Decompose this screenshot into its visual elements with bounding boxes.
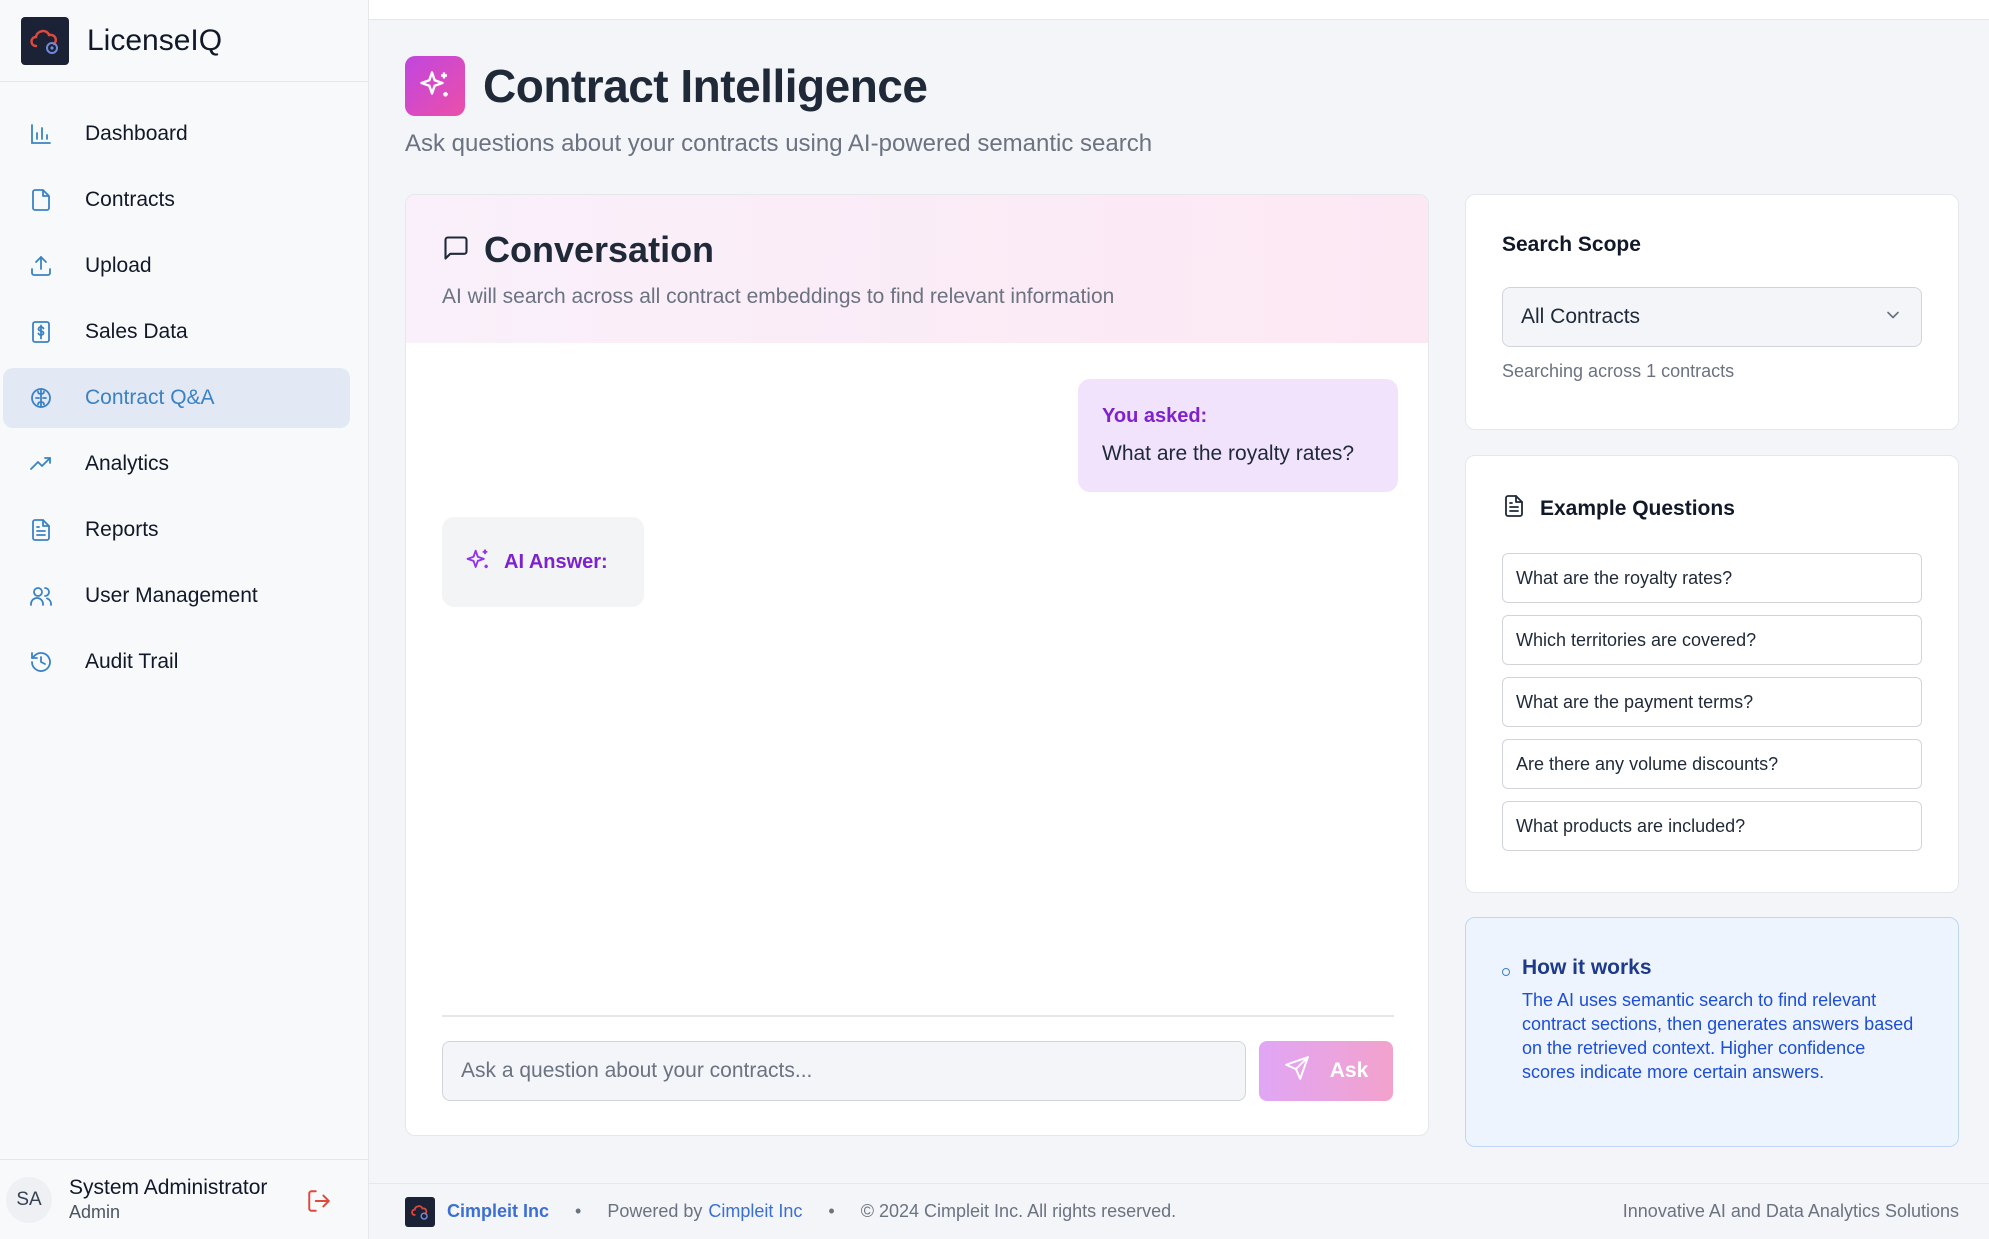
user-message-label: You asked: — [1102, 405, 1208, 427]
example-question-button[interactable]: Are there any volume discounts? — [1502, 739, 1922, 789]
footer-powered-link[interactable]: Cimpleit Inc — [708, 1201, 802, 1222]
trending-up-icon — [27, 450, 55, 478]
scope-hint: Searching across 1 contracts — [1502, 361, 1735, 381]
sparkles-icon — [405, 56, 465, 116]
user-message-bubble: You asked: What are the royalty rates? — [1078, 379, 1398, 492]
question-input[interactable] — [442, 1041, 1246, 1101]
conversation-card: Conversation AI will search across all c… — [405, 194, 1429, 1136]
sidebar-item-contract-qa[interactable]: Contract Q&A — [3, 368, 350, 428]
sidebar-item-label: Upload — [85, 254, 152, 277]
sidebar-item-label: Analytics — [85, 452, 170, 475]
avatar: SA — [6, 1176, 52, 1223]
example-question-button[interactable]: What are the royalty rates? — [1502, 553, 1922, 603]
sidebar-item-contracts[interactable]: Contracts — [3, 170, 350, 230]
sidebar-item-label: User Management — [85, 584, 258, 607]
user-role: Admin — [69, 1202, 121, 1222]
conversation-header: Conversation AI will search across all c… — [406, 195, 1428, 343]
ask-button-label: Ask — [1329, 1059, 1369, 1082]
how-it-works-title: How it works — [1522, 956, 1652, 979]
licenseiq-logo-icon — [21, 16, 69, 65]
sidebar-item-sales-data[interactable]: Sales Data — [3, 302, 350, 362]
footer: Cimpleit Inc • Powered by Cimpleit Inc •… — [369, 1183, 1989, 1239]
cimpleit-logo-icon — [405, 1196, 435, 1227]
bar-chart-icon — [27, 120, 55, 148]
example-questions-title: Example Questions — [1540, 496, 1735, 520]
brand[interactable]: LicenseIQ — [0, 0, 368, 82]
bullet-icon — [1502, 968, 1510, 976]
ask-form: Ask — [442, 1015, 1394, 1101]
user-name: System Administrator — [69, 1176, 268, 1199]
example-questions-card: Example Questions What are the royalty r… — [1465, 455, 1959, 893]
sidebar-item-user-management[interactable]: User Management — [3, 566, 350, 626]
sidebar-item-label: Reports — [85, 518, 159, 541]
footer-tagline: Innovative AI and Data Analytics Solutio… — [1622, 1201, 1959, 1221]
page-title: Contract Intelligence — [483, 60, 928, 112]
example-questions-list: What are the royalty rates? Which territ… — [1502, 553, 1922, 851]
message-square-icon — [442, 234, 470, 267]
chevron-down-icon — [1883, 305, 1903, 330]
brain-icon — [27, 384, 55, 412]
user-profile: SA System Administrator Admin — [0, 1159, 369, 1239]
sidebar-item-label: Contract Q&A — [85, 386, 215, 409]
page-subtitle: Ask questions about your contracts using… — [405, 130, 1153, 157]
footer-separator: • — [828, 1201, 835, 1221]
sidebar-item-audit-trail[interactable]: Audit Trail — [3, 632, 350, 692]
sidebar-item-label: Audit Trail — [85, 650, 179, 673]
sidebar-item-upload[interactable]: Upload — [3, 236, 350, 296]
file-text-icon — [27, 516, 55, 544]
how-it-works-text: The AI uses semantic search to find rele… — [1522, 990, 1914, 1082]
conversation-title: Conversation — [484, 229, 715, 270]
app-name: LicenseIQ — [87, 23, 223, 57]
scope-select-value: All Contracts — [1521, 305, 1641, 328]
history-icon — [27, 648, 55, 676]
logout-icon[interactable] — [306, 1188, 332, 1219]
users-icon — [27, 582, 55, 610]
example-question-button[interactable]: What products are included? — [1502, 801, 1922, 851]
sidebar-item-dashboard[interactable]: Dashboard — [3, 104, 350, 164]
ask-button[interactable]: Ask — [1259, 1041, 1393, 1101]
search-scope-title: Search Scope — [1502, 233, 1641, 256]
sidebar-item-label: Sales Data — [85, 320, 188, 343]
sparkles-icon — [464, 546, 492, 579]
sidebar-nav: Dashboard Contracts Upload Sales Data Co… — [3, 104, 350, 698]
send-icon — [1284, 1055, 1310, 1087]
example-question-button[interactable]: What are the payment terms? — [1502, 677, 1922, 727]
file-text-icon — [1502, 494, 1526, 523]
footer-separator: • — [575, 1201, 582, 1221]
page-header: Contract Intelligence Ask questions abou… — [405, 56, 1152, 158]
top-bar — [369, 0, 1989, 20]
scope-select[interactable]: All Contracts — [1502, 287, 1922, 347]
sidebar-item-reports[interactable]: Reports — [3, 500, 350, 560]
ai-answer-bubble: AI Answer: — [442, 517, 644, 607]
user-message-text: What are the royalty rates? — [1102, 442, 1355, 465]
sidebar-item-label: Contracts — [85, 188, 175, 211]
receipt-dollar-icon — [27, 318, 55, 346]
file-icon — [27, 186, 55, 214]
ai-answer-label: AI Answer: — [504, 550, 608, 573]
upload-icon — [27, 252, 55, 280]
search-scope-card: Search Scope All Contracts Searching acr… — [1465, 194, 1959, 430]
how-it-works-card: How it works The AI uses semantic search… — [1465, 917, 1959, 1147]
conversation-description: AI will search across all contract embed… — [442, 285, 1115, 308]
footer-company-link[interactable]: Cimpleit Inc — [447, 1201, 549, 1222]
sidebar-item-analytics[interactable]: Analytics — [3, 434, 350, 494]
footer-powered-prefix: Powered by — [607, 1201, 703, 1221]
example-question-button[interactable]: Which territories are covered? — [1502, 615, 1922, 665]
footer-copyright: © 2024 Cimpleit Inc. All rights reserved… — [860, 1201, 1177, 1221]
sidebar-item-label: Dashboard — [85, 122, 188, 145]
sidebar: LicenseIQ Dashboard Contracts Upload Sal… — [0, 0, 369, 1239]
